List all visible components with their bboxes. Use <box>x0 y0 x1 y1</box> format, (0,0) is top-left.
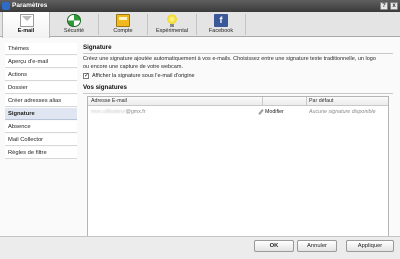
tab-security-label: Sécurité <box>63 28 85 34</box>
default-signature-status: Aucune signature disponible <box>309 109 376 115</box>
signature-description: Créez une signature ajoutée automatiquem… <box>83 56 376 70</box>
sidebar-item-themes[interactable]: Thèmes <box>5 43 77 55</box>
your-signatures-title: Vos signatures <box>83 84 127 91</box>
facebook-icon: f <box>214 14 228 27</box>
dialog-footer <box>0 236 400 259</box>
sidebar-item-absence[interactable]: Absence <box>5 121 77 133</box>
show-signature-label: Afficher la signature sous l'e-mail d'or… <box>92 73 195 79</box>
app-icon <box>2 2 10 10</box>
tab-email[interactable]: E-mail <box>2 12 50 38</box>
tab-experimental-label: Expérimental <box>155 28 189 34</box>
section-divider <box>83 53 393 54</box>
sidebar-item-signature[interactable]: Signature <box>5 108 77 120</box>
section-divider <box>83 93 393 94</box>
cancel-button[interactable]: Annuler <box>297 240 337 252</box>
signature-section-title: Signature <box>83 44 112 51</box>
calculator-icon <box>116 14 130 27</box>
show-signature-checkbox[interactable]: ✓ <box>83 73 89 79</box>
close-button[interactable]: x <box>390 2 398 10</box>
pencil-icon <box>258 109 264 115</box>
ok-button[interactable]: OK <box>254 240 294 252</box>
tab-facebook[interactable]: f Facebook <box>197 12 245 37</box>
email-domain: @gmx.fr <box>125 109 146 115</box>
settings-window: Paramètres ? x E-mail Sécurité Compte Ex… <box>0 0 400 259</box>
signatures-table: Adresse E-mail Par défaut mon.utilisateu… <box>87 96 389 238</box>
sidebar-item-folder[interactable]: Dossier <box>5 82 77 94</box>
sidebar-item-create-alias[interactable]: Créer adresses alias <box>5 95 77 107</box>
tab-separator <box>245 14 246 35</box>
shield-icon <box>67 14 81 27</box>
help-button[interactable]: ? <box>380 2 388 10</box>
email-local-part: mon.utilisateur <box>91 109 126 115</box>
lightbulb-icon <box>165 14 179 27</box>
sidebar-item-email-preview[interactable]: Aperçu d'e-mail <box>5 56 77 68</box>
table-header: Adresse E-mail Par défaut <box>88 97 388 106</box>
apply-button[interactable]: Appliquer <box>346 240 394 252</box>
column-divider <box>306 97 307 106</box>
table-row[interactable]: mon.utilisateur@gmx.fr Modifier Aucune s… <box>88 107 388 117</box>
tab-account-label: Compte <box>113 28 133 34</box>
tab-bar: E-mail Sécurité Compte Expérimental f Fa… <box>0 12 400 38</box>
column-divider <box>262 97 263 106</box>
tab-experimental[interactable]: Expérimental <box>148 12 196 37</box>
window-title: Paramètres <box>12 2 48 9</box>
tab-security[interactable]: Sécurité <box>50 12 98 37</box>
column-header-default[interactable]: Par défaut <box>309 98 333 105</box>
sidebar-item-mail-collector[interactable]: Mail Collector <box>5 134 77 146</box>
signature-email: mon.utilisateur@gmx.fr <box>91 108 146 116</box>
tab-account[interactable]: Compte <box>99 12 147 37</box>
tab-email-label: E-mail <box>17 28 35 34</box>
envelope-icon <box>20 14 34 27</box>
sidebar-item-actions[interactable]: Actions <box>5 69 77 81</box>
sidebar-item-filter-rules[interactable]: Règles de filtre <box>5 147 77 159</box>
modify-signature-link[interactable]: Modifier <box>265 108 284 116</box>
tab-facebook-label: Facebook <box>208 28 234 34</box>
title-bar: Paramètres ? x <box>0 0 400 12</box>
column-header-email[interactable]: Adresse E-mail <box>91 98 127 105</box>
